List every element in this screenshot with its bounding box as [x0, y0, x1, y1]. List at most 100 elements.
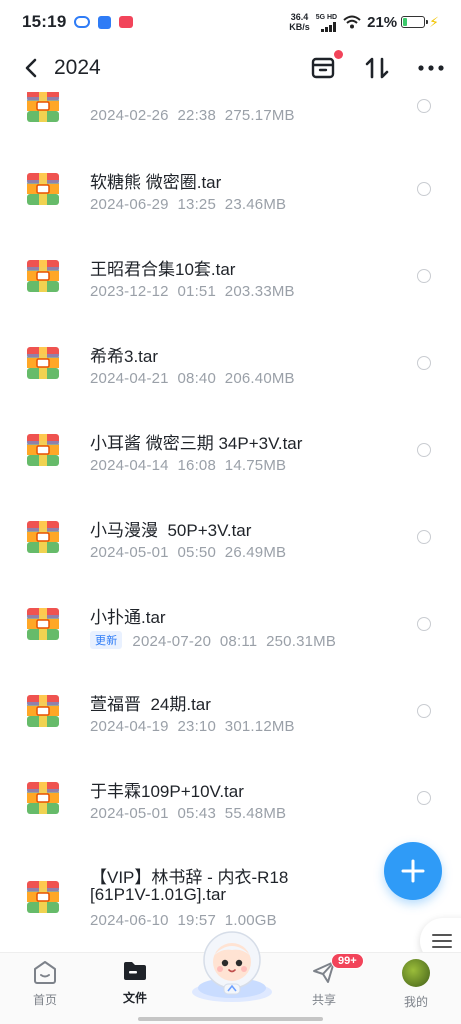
page-title: 2024: [54, 56, 101, 79]
file-size: 275.17MB: [224, 107, 295, 124]
nav-share[interactable]: 99+ 共享: [289, 953, 364, 1008]
file-name: 希希3.tar: [90, 347, 159, 366]
file-time: 05:43: [177, 805, 217, 822]
status-right: 36.4 KB/s 5G HD 21% ⚡: [289, 12, 439, 32]
network-speed-value: 36.4: [290, 12, 309, 22]
file-name: 小马漫漫 50P+3V.tar: [90, 521, 252, 540]
signal-label: 5G HD: [315, 13, 338, 21]
file-name-continued: [61P1V-1.01G].tar: [90, 885, 227, 904]
sort-icon[interactable]: [363, 54, 391, 82]
battery-status: 21% ⚡: [367, 14, 439, 31]
file-meta: 2023-12-12 01:51 203.33MB: [90, 283, 295, 300]
file-meta: 2024-04-19 23:10 301.12MB: [90, 718, 295, 735]
file-size: 23.46MB: [224, 196, 287, 213]
file-size: 206.40MB: [224, 370, 295, 387]
file-date: 2023-12-12: [90, 283, 169, 300]
select-radio[interactable]: [417, 182, 431, 196]
file-size: 14.75MB: [224, 457, 287, 474]
wifi-icon: [343, 15, 361, 29]
nav-mine[interactable]: 我的: [381, 959, 451, 1010]
home-face-icon: [34, 961, 56, 984]
file-name: 小耳酱 微密三期 34P+3V.tar: [90, 434, 303, 453]
file-size: 250.31MB: [266, 633, 337, 650]
zip-archive-icon: [26, 520, 60, 554]
notification-dot: [334, 50, 343, 59]
file-time: 16:08: [177, 457, 217, 474]
file-time: 08:11: [219, 633, 258, 650]
status-bar: 15:19 36.4 KB/s 5G HD 21% ⚡: [0, 0, 461, 44]
file-date: 2024-05-01: [90, 805, 169, 822]
file-row[interactable]: 小耳酱 微密三期 34P+3V.tar 2024-04-14 16:08 14.…: [0, 417, 461, 504]
file-meta: 2024-02-26 22:38 275.17MB: [90, 107, 295, 124]
file-row[interactable]: 小扑通.tar 更新 2024-07-20 08:11 250.31MB: [0, 591, 461, 678]
status-time: 15:19: [22, 12, 67, 31]
select-radio[interactable]: [417, 530, 431, 544]
header-actions: [309, 50, 445, 82]
charging-icon: ⚡: [429, 13, 439, 30]
archive-box-icon[interactable]: [309, 50, 343, 82]
battery-icon: [401, 16, 429, 28]
add-button[interactable]: [384, 842, 442, 900]
file-meta: 2024-05-01 05:50 26.49MB: [90, 544, 286, 561]
file-name: 王昭君合集10套.tar: [90, 260, 236, 279]
select-radio[interactable]: [417, 356, 431, 370]
file-row[interactable]: 萱福晋 24期.tar 2024-04-19 23:10 301.12MB: [0, 678, 461, 765]
file-time: 13:25: [177, 196, 217, 213]
folder-icon: [124, 962, 146, 980]
file-row[interactable]: 软糖熊 微密圈.tar 2024-06-29 13:25 23.46MB: [0, 156, 461, 243]
select-radio[interactable]: [417, 617, 431, 631]
app-notification-icon: [74, 16, 91, 28]
plus-icon: [401, 859, 425, 883]
back-arrow-icon[interactable]: [16, 53, 46, 83]
status-left: 15:19: [22, 12, 134, 32]
share-count-badge: 99+: [331, 953, 364, 969]
nav-mine-label: 我的: [403, 995, 428, 1009]
file-name: 小扑通.tar: [90, 608, 166, 627]
file-name: 软糖熊 微密圈.tar: [90, 173, 222, 192]
nav-home[interactable]: 首页: [10, 959, 80, 1008]
menu-icon: [432, 934, 452, 948]
nav-files[interactable]: 文件: [100, 959, 170, 1006]
select-radio[interactable]: [417, 269, 431, 283]
nav-home-label: 首页: [32, 993, 57, 1007]
file-row[interactable]: 于丰霖109P+10V.tar 2024-05-01 05:43 55.48MB: [0, 765, 461, 852]
battery-percent: 21%: [367, 13, 398, 31]
zip-archive-icon: [26, 172, 60, 206]
file-date: 2024-06-10: [90, 912, 169, 929]
zip-archive-icon: [26, 92, 60, 123]
file-row[interactable]: 希希3.tar 2024-04-21 08:40 206.40MB: [0, 330, 461, 417]
file-list[interactable]: 2024-02-26 22:38 275.17MB 软糖熊 微密圈.tar 20…: [0, 92, 461, 952]
file-row[interactable]: 小马漫漫 50P+3V.tar 2024-05-01 05:50 26.49MB: [0, 504, 461, 591]
select-radio[interactable]: [417, 791, 431, 805]
select-radio[interactable]: [417, 704, 431, 718]
select-radio[interactable]: [417, 443, 431, 457]
file-row[interactable]: 2024-02-26 22:38 275.17MB: [0, 92, 461, 135]
zip-archive-icon: [26, 694, 60, 728]
zip-archive-icon: [26, 259, 60, 293]
avatar: [402, 959, 430, 987]
zip-archive-icon: [26, 607, 60, 641]
zip-archive-icon: [26, 346, 60, 380]
cellular-signal-icon: 5G HD: [316, 13, 337, 32]
app-notification-icon: [98, 15, 112, 29]
zip-archive-icon: [26, 781, 60, 815]
file-row[interactable]: 王昭君合集10套.tar 2023-12-12 01:51 203.33MB: [0, 243, 461, 330]
file-meta: 2024-05-01 05:43 55.48MB: [90, 805, 286, 822]
file-size: 26.49MB: [224, 544, 287, 561]
network-speed: 36.4 KB/s: [289, 12, 310, 32]
file-meta: 2024-04-21 08:40 206.40MB: [90, 370, 295, 387]
more-icon[interactable]: [417, 54, 445, 82]
file-time: 01:51: [177, 283, 217, 300]
nav-share-label: 共享: [311, 993, 336, 1007]
file-time: 23:10: [177, 718, 217, 735]
zip-archive-icon: [26, 880, 60, 914]
file-date: 2024-04-21: [90, 370, 169, 387]
app-notification-icon: [119, 16, 134, 28]
file-time: 08:40: [177, 370, 217, 387]
home-indicator: [138, 1017, 323, 1021]
file-size: 55.48MB: [224, 805, 287, 822]
network-speed-unit: KB/s: [289, 22, 310, 32]
file-date: 2024-06-29: [90, 196, 169, 213]
select-radio[interactable]: [417, 99, 431, 113]
mascot-assistant-button[interactable]: [186, 926, 278, 1004]
